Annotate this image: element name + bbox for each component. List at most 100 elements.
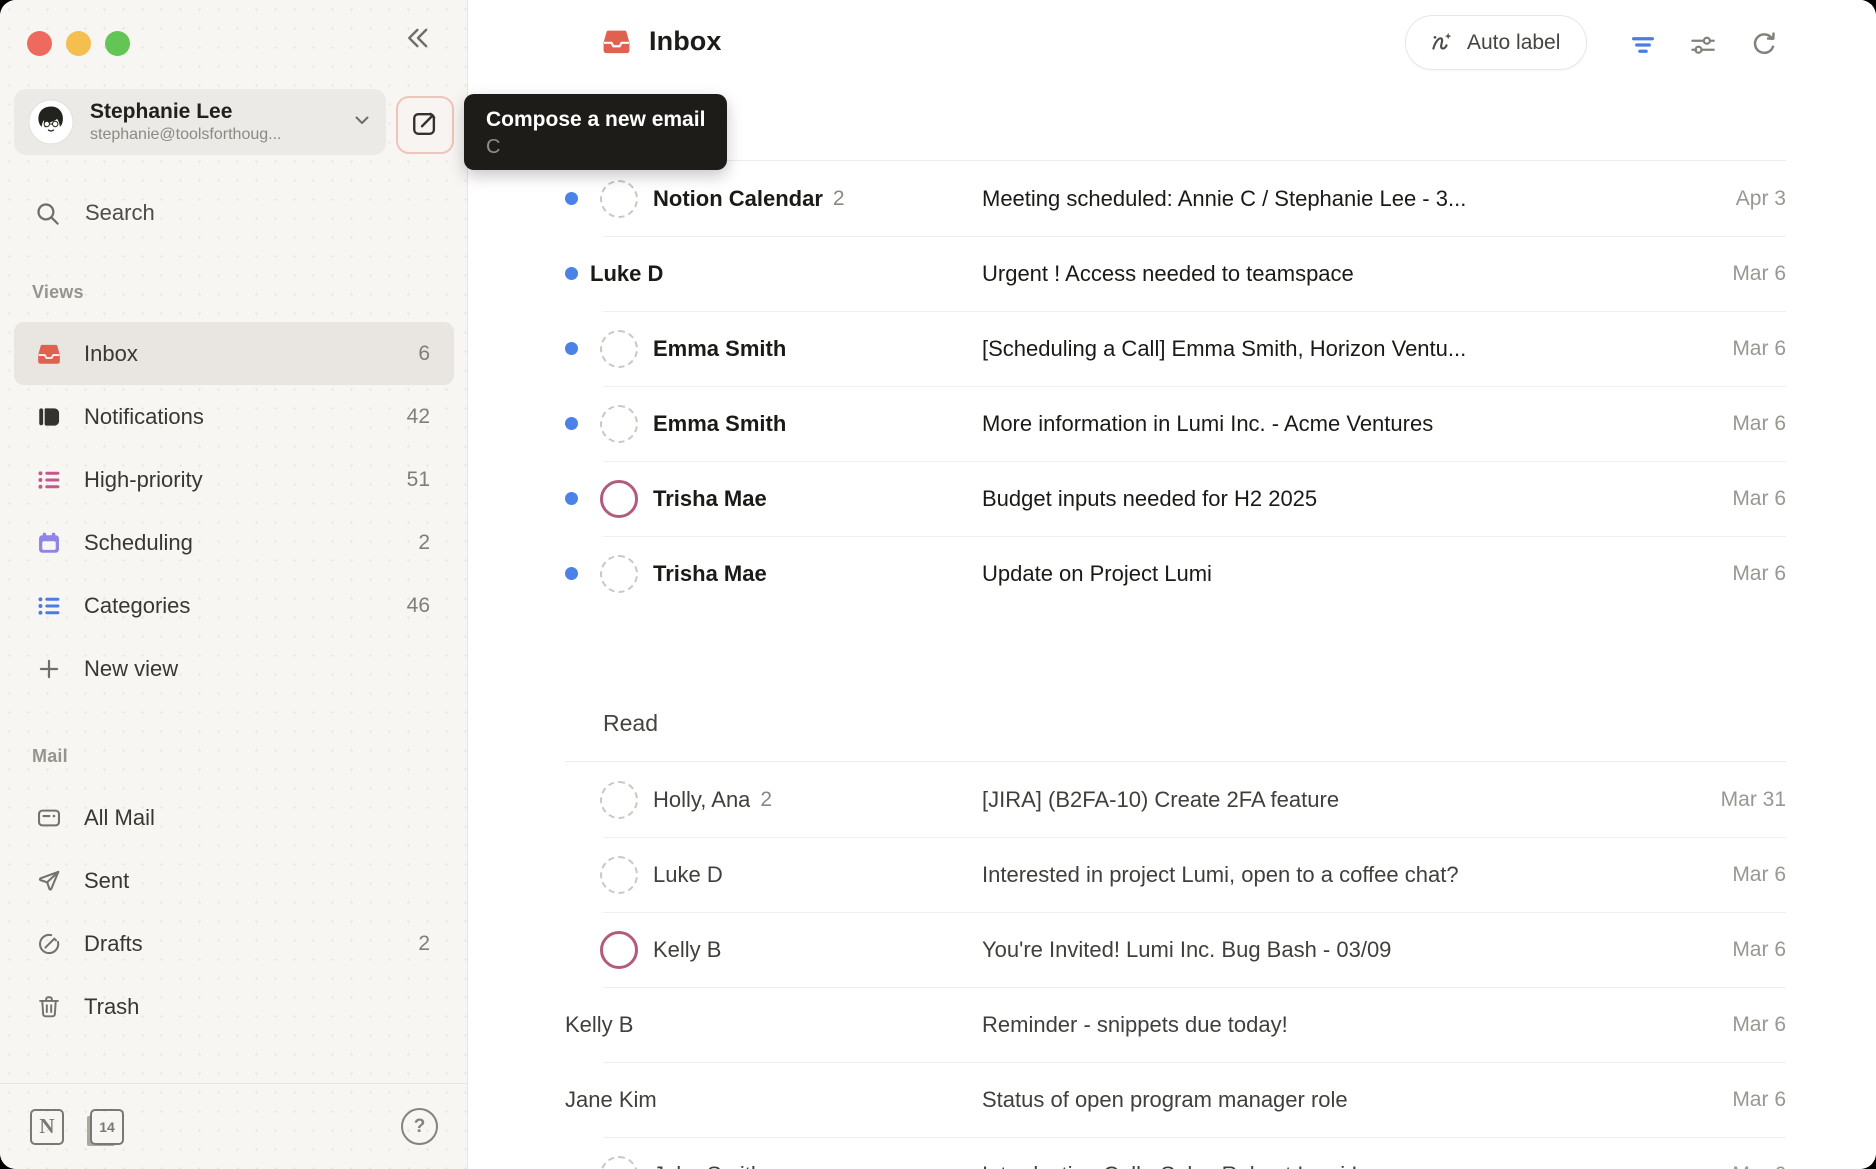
email-sender-cell: Notion Calendar 2: [565, 180, 982, 218]
sidebar-item-label: Scheduling: [84, 530, 193, 556]
read-email-list: Holly, Ana 2 [JIRA] (B2FA-10) Create 2FA…: [565, 762, 1786, 1169]
unread-dot-icon: [565, 417, 578, 430]
sidebar-item-new-view[interactable]: New view: [14, 637, 454, 700]
email-row[interactable]: Luke D Urgent ! Access needed to teamspa…: [565, 236, 1786, 311]
list-icon: [36, 593, 62, 619]
profile-email: stephanie@toolsforthoug...: [90, 126, 346, 144]
sidebar-item-label: Trash: [84, 994, 139, 1020]
email-subject: Reminder - snippets due today!: [982, 1012, 1674, 1038]
scroll-icon: [36, 404, 62, 430]
unread-dot-icon: [565, 492, 578, 505]
search-icon: [34, 200, 61, 227]
window-controls: [27, 31, 130, 56]
email-sender: Jane Kim: [565, 1087, 657, 1113]
refresh-icon[interactable]: [1748, 29, 1780, 61]
email-date: Mar 31: [1674, 788, 1786, 812]
profile-name: Stephanie Lee: [90, 100, 346, 124]
email-date: Mar 6: [1674, 562, 1786, 586]
unread-dot-icon: [565, 192, 578, 205]
email-row[interactable]: Trisha Mae Budget inputs needed for H2 2…: [565, 461, 1786, 536]
avatar-placeholder: [600, 330, 638, 368]
sidebar-item-categories[interactable]: Categories 46: [14, 574, 454, 637]
sidebar-views-list: Inbox 6 Notifications 42 High-priority 5…: [14, 322, 454, 700]
sidebar-item-inbox[interactable]: Inbox 6: [14, 322, 454, 385]
email-date: Mar 6: [1674, 1013, 1786, 1037]
sidebar-item-drafts[interactable]: Drafts 2: [14, 912, 454, 975]
compose-tooltip: Compose a new email C: [464, 94, 727, 170]
email-row[interactable]: Notion Calendar 2 Meeting scheduled: Ann…: [565, 161, 1786, 236]
plus-icon: [36, 656, 62, 682]
compose-button[interactable]: [396, 96, 454, 154]
sidebar-item-label: All Mail: [84, 805, 155, 831]
email-row[interactable]: Kelly B Reminder - snippets due today! M…: [565, 987, 1786, 1062]
email-row[interactable]: Kelly B You're Invited! Lumi Inc. Bug Ba…: [565, 912, 1786, 987]
email-sender: Luke D: [653, 862, 723, 888]
inbox-icon: [36, 341, 62, 367]
avatar: [28, 99, 74, 145]
sidebar-item-all-mail[interactable]: All Mail: [14, 786, 454, 849]
unread-email-list: Notion Calendar 2 Meeting scheduled: Ann…: [565, 161, 1786, 611]
email-row[interactable]: Luke D Interested in project Lumi, open …: [565, 837, 1786, 912]
avatar-placeholder: [600, 1156, 638, 1169]
close-window-button[interactable]: [27, 31, 52, 56]
minimize-window-button[interactable]: [66, 31, 91, 56]
email-row[interactable]: Emma Smith [Scheduling a Call] Emma Smit…: [565, 311, 1786, 386]
mail-section-label: Mail: [32, 746, 68, 767]
email-subject: Interested in project Lumi, open to a co…: [982, 862, 1674, 888]
unread-dot-icon: [565, 567, 578, 580]
inbox-icon: [601, 26, 632, 57]
sidebar-item-notifications[interactable]: Notifications 42: [14, 385, 454, 448]
email-sender-cell: Jane Kim: [565, 1087, 982, 1113]
email-sender-cell: Kelly B: [565, 931, 982, 969]
sidebar-item-label: Categories: [84, 593, 190, 619]
auto-label-button[interactable]: Auto label: [1405, 15, 1587, 70]
collapse-sidebar-button[interactable]: [400, 22, 436, 58]
email-sender: Trisha Mae: [653, 561, 767, 587]
filter-icon[interactable]: [1627, 29, 1659, 61]
sidebar-item-high-priority[interactable]: High-priority 51: [14, 448, 454, 511]
search-button[interactable]: Search: [14, 186, 454, 240]
email-sender-cell: Holly, Ana 2: [565, 781, 982, 819]
email-sender: Kelly B: [653, 937, 721, 963]
help-icon[interactable]: ?: [401, 1108, 438, 1145]
email-subject: Budget inputs needed for H2 2025: [982, 486, 1674, 512]
notion-logo-icon[interactable]: N: [30, 1109, 64, 1145]
chevrons-left-icon: [403, 23, 433, 58]
chevron-down-icon: [350, 108, 374, 137]
email-date: Mar 6: [1674, 262, 1786, 286]
email-date: Mar 6: [1674, 863, 1786, 887]
email-sender-cell: Trisha Mae: [565, 480, 982, 518]
draft-icon: [36, 931, 62, 957]
email-row[interactable]: John Smith Introduction Call - Sales Rol…: [565, 1137, 1786, 1169]
tooltip-shortcut: C: [486, 136, 705, 158]
email-subject: Meeting scheduled: Annie C / Stephanie L…: [982, 186, 1674, 212]
zoom-window-button[interactable]: [105, 31, 130, 56]
email-subject: [Scheduling a Call] Emma Smith, Horizon …: [982, 336, 1674, 362]
avatar-ring: [600, 931, 638, 969]
email-row[interactable]: Trisha Mae Update on Project Lumi Mar 6: [565, 536, 1786, 611]
mail-icon: [36, 805, 62, 831]
list-icon: [36, 467, 62, 493]
email-date: Mar 6: [1674, 337, 1786, 361]
email-thread-count: 2: [833, 187, 845, 211]
email-row[interactable]: Emma Smith More information in Lumi Inc.…: [565, 386, 1786, 461]
email-subject: [JIRA] (B2FA-10) Create 2FA feature: [982, 787, 1674, 813]
tooltip-label: Compose a new email: [486, 107, 705, 133]
email-row[interactable]: Holly, Ana 2 [JIRA] (B2FA-10) Create 2FA…: [565, 762, 1786, 837]
email-row[interactable]: Jane Kim Status of open program manager …: [565, 1062, 1786, 1137]
sidebar-item-trash[interactable]: Trash: [14, 975, 454, 1038]
sidebar-item-label: Inbox: [84, 341, 138, 367]
sidebar-item-sent[interactable]: Sent: [14, 849, 454, 912]
count-badge: 42: [407, 405, 430, 429]
email-subject: Urgent ! Access needed to teamspace: [982, 261, 1674, 287]
email-sender-cell: Luke D: [565, 856, 982, 894]
sidebar-item-scheduling[interactable]: Scheduling 2: [14, 511, 454, 574]
email-subject: Update on Project Lumi: [982, 561, 1674, 587]
sliders-icon[interactable]: [1687, 29, 1719, 61]
page-title: Inbox: [601, 26, 722, 57]
notion-calendar-icon[interactable]: 14: [90, 1109, 124, 1145]
email-sender-cell: Emma Smith: [565, 330, 982, 368]
email-sender-cell: Emma Smith: [565, 405, 982, 443]
count-badge: 2: [418, 932, 430, 956]
account-switcher[interactable]: Stephanie Lee stephanie@toolsforthoug...: [14, 89, 386, 155]
